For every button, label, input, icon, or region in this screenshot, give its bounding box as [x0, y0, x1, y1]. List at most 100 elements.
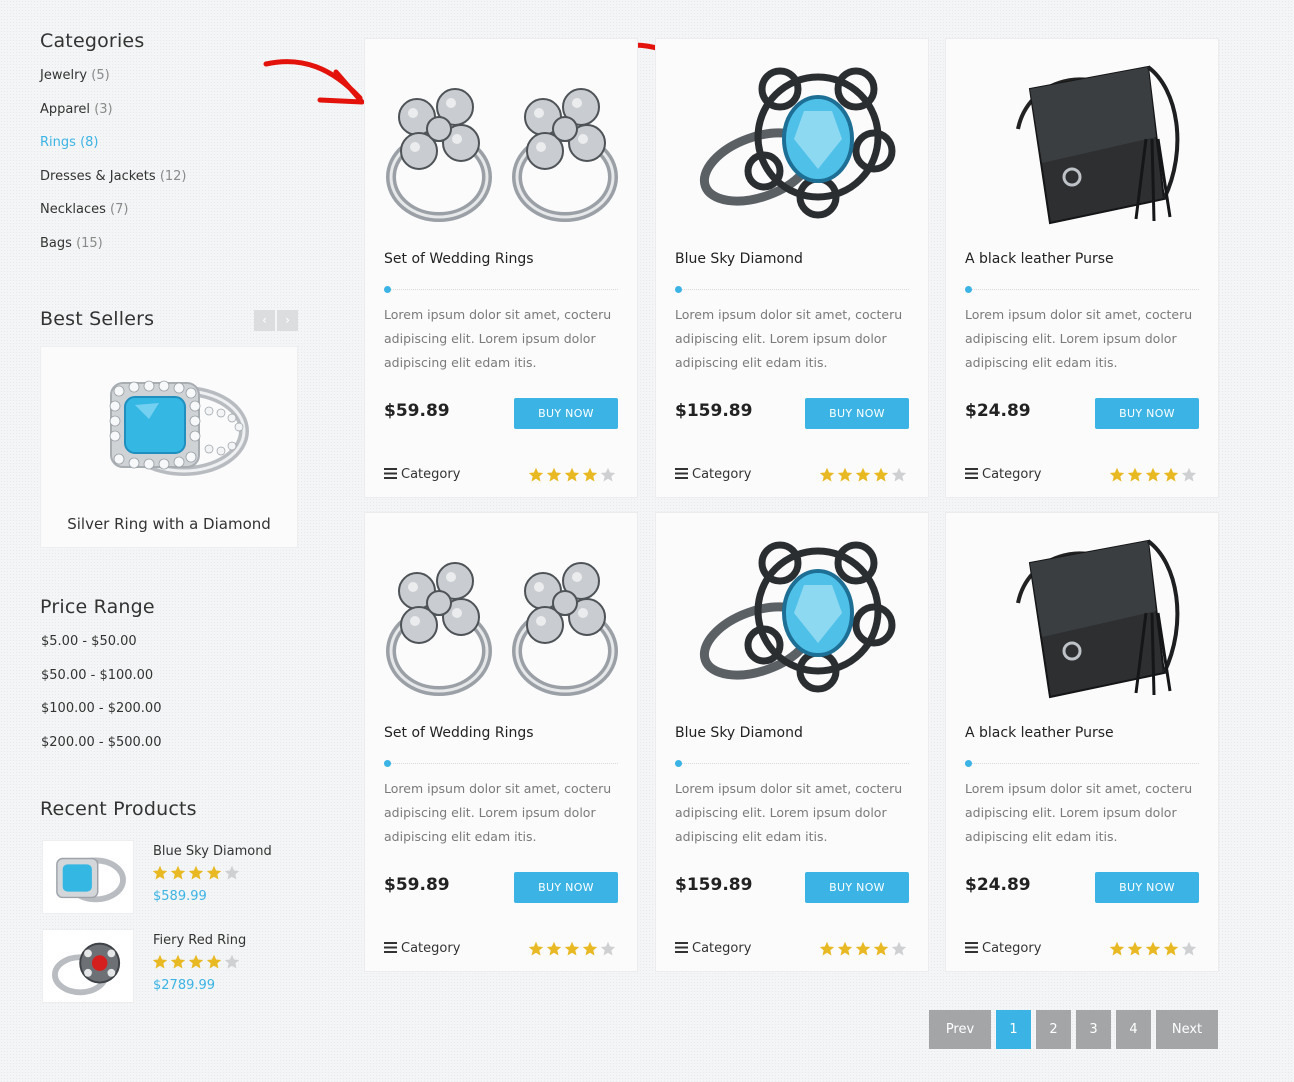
wedding-rings-image	[386, 562, 618, 696]
product-category-link[interactable]: Category	[384, 467, 460, 482]
product-description: Lorem ipsum dolor sit amet, cocteru adip…	[965, 307, 1193, 370]
star-filled-icon	[855, 467, 871, 482]
product-card[interactable]: Set of Wedding Rings Lorem ipsum dolor s…	[364, 38, 638, 498]
category-count: (8)	[80, 135, 99, 151]
category-item-rings[interactable]: Rings (8)	[40, 133, 300, 167]
star-empty-icon	[600, 941, 616, 956]
turquoise-ring-image	[109, 380, 249, 476]
product-price: $159.89	[675, 401, 753, 421]
star-filled-icon	[564, 467, 580, 482]
product-title[interactable]: Blue Sky Diamond	[675, 725, 803, 741]
list-icon	[384, 942, 397, 953]
divider	[675, 763, 909, 764]
red-ring-thumbnail	[42, 929, 134, 1003]
product-category-link[interactable]: Category	[965, 467, 1041, 482]
category-item-necklaces[interactable]: Necklaces (7)	[40, 200, 300, 234]
product-category-link[interactable]: Category	[675, 467, 751, 482]
star-empty-icon	[600, 467, 616, 482]
recent-product-item[interactable]: Blue Sky Diamond $589.99	[42, 840, 302, 916]
product-category-link[interactable]: Category	[384, 941, 460, 956]
star-filled-icon	[1163, 941, 1179, 956]
star-filled-icon	[188, 865, 204, 880]
star-filled-icon	[582, 467, 598, 482]
buy-now-button[interactable]: BUY NOW	[514, 398, 618, 429]
buy-now-button[interactable]: BUY NOW	[1095, 398, 1199, 429]
pagination: Prev 1 2 3 4 Next	[929, 1010, 1218, 1049]
category-label: Category	[982, 467, 1042, 482]
list-icon	[675, 468, 688, 479]
category-count: (3)	[94, 101, 113, 117]
pagination-prev-button[interactable]: Prev	[929, 1010, 991, 1049]
category-count: (5)	[91, 68, 110, 83]
product-title[interactable]: Set of Wedding Rings	[384, 725, 534, 741]
recent-product-name[interactable]: Fiery Red Ring	[153, 933, 246, 948]
category-label: Dresses & Jackets	[40, 168, 156, 184]
star-filled-icon	[188, 954, 204, 969]
recent-product-name[interactable]: Blue Sky Diamond	[153, 844, 272, 859]
star-filled-icon	[819, 467, 835, 482]
buy-now-button[interactable]: BUY NOW	[805, 872, 909, 903]
black-purse-image	[1016, 539, 1180, 699]
price-range-item[interactable]: $5.00 - $50.00	[41, 630, 161, 664]
rating-stars	[152, 954, 242, 973]
rating-stars	[528, 467, 618, 486]
product-title[interactable]: Blue Sky Diamond	[675, 251, 803, 267]
blue-diamond-ring-image	[699, 67, 896, 219]
best-seller-card[interactable]: Silver Ring with a Diamond	[40, 346, 298, 548]
buy-now-button[interactable]: BUY NOW	[514, 872, 618, 903]
product-title[interactable]: Set of Wedding Rings	[384, 251, 534, 267]
star-filled-icon	[170, 865, 186, 880]
rating-stars	[152, 865, 242, 884]
recent-product-item[interactable]: Fiery Red Ring $2789.99	[42, 929, 302, 1005]
product-description: Lorem ipsum dolor sit amet, cocteru adip…	[965, 781, 1193, 844]
recent-product-price: $2789.99	[153, 978, 216, 993]
blue-diamond-ring-image	[699, 541, 896, 693]
pagination-page-1[interactable]: 1	[996, 1010, 1031, 1049]
product-category-link[interactable]: Category	[965, 941, 1041, 956]
chevron-left-icon[interactable]: ‹	[254, 310, 275, 331]
star-filled-icon	[819, 941, 835, 956]
product-card[interactable]: Blue Sky Diamond Lorem ipsum dolor sit a…	[655, 512, 929, 972]
category-item-apparel[interactable]: Apparel (3)	[40, 100, 300, 134]
product-card[interactable]: Blue Sky Diamond Lorem ipsum dolor sit a…	[655, 38, 929, 498]
pagination-page-4[interactable]: 4	[1116, 1010, 1151, 1049]
star-filled-icon	[1127, 941, 1143, 956]
best-sellers-nav: ‹ ›	[254, 310, 298, 331]
category-item-jewelry[interactable]: Jewelry (5)	[40, 66, 300, 100]
price-range-item[interactable]: $200.00 - $500.00	[41, 731, 161, 765]
price-range-item[interactable]: $50.00 - $100.00	[41, 664, 161, 698]
price-range-item[interactable]: $100.00 - $200.00	[41, 697, 161, 731]
product-card[interactable]: A black leather Purse Lorem ipsum dolor …	[945, 512, 1219, 972]
buy-now-button[interactable]: BUY NOW	[1095, 872, 1199, 903]
category-label: Category	[401, 467, 461, 482]
category-item-bags[interactable]: Bags (15)	[40, 234, 300, 268]
divider-dot	[965, 286, 972, 293]
product-title[interactable]: A black leather Purse	[965, 251, 1114, 267]
pagination-next-button[interactable]: Next	[1156, 1010, 1218, 1049]
divider-dot	[384, 760, 391, 767]
product-description: Lorem ipsum dolor sit amet, cocteru adip…	[675, 307, 903, 370]
recent-products-title: Recent Products	[40, 798, 197, 820]
pagination-page-2[interactable]: 2	[1036, 1010, 1071, 1049]
best-sellers-header: Best Sellers ‹ ›	[40, 308, 300, 332]
product-price: $24.89	[965, 401, 1031, 421]
divider-dot	[675, 760, 682, 767]
product-title[interactable]: A black leather Purse	[965, 725, 1114, 741]
product-card[interactable]: A black leather Purse Lorem ipsum dolor …	[945, 38, 1219, 498]
pagination-page-3[interactable]: 3	[1076, 1010, 1111, 1049]
product-card[interactable]: Set of Wedding Rings Lorem ipsum dolor s…	[364, 512, 638, 972]
category-label: Category	[692, 467, 752, 482]
buy-now-button[interactable]: BUY NOW	[805, 398, 909, 429]
category-label: Category	[692, 941, 752, 956]
star-empty-icon	[224, 954, 240, 969]
best-seller-name[interactable]: Silver Ring with a Diamond	[41, 515, 297, 533]
list-icon	[384, 468, 397, 479]
star-filled-icon	[873, 467, 889, 482]
chevron-right-icon[interactable]: ›	[277, 310, 298, 331]
star-filled-icon	[564, 941, 580, 956]
category-item-dresses-jackets[interactable]: Dresses & Jackets (12)	[40, 167, 300, 201]
product-description: Lorem ipsum dolor sit amet, cocteru adip…	[675, 781, 903, 844]
product-category-link[interactable]: Category	[675, 941, 751, 956]
star-filled-icon	[206, 954, 222, 969]
recent-product-price: $589.99	[153, 889, 207, 904]
